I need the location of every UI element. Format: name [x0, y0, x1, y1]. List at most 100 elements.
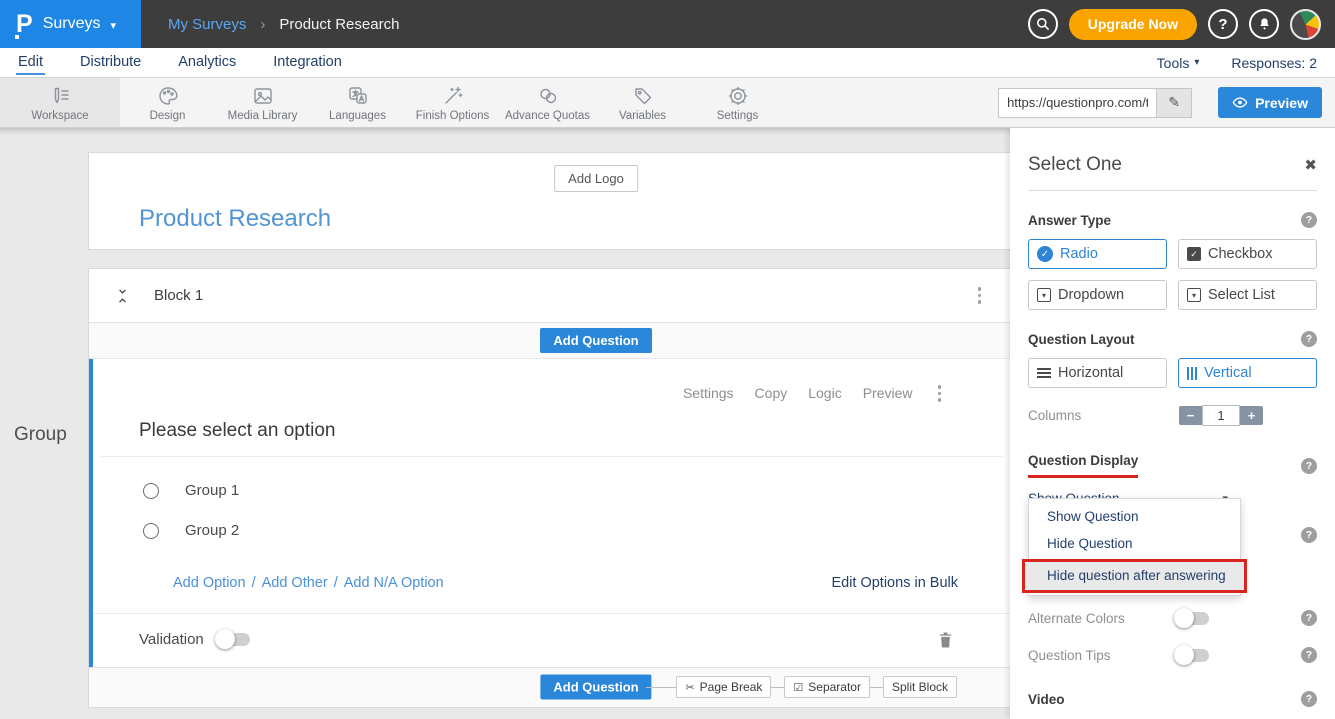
search-icon: [1035, 16, 1051, 32]
layout-vertical[interactable]: Vertical: [1178, 358, 1317, 388]
help-icon[interactable]: ?: [1301, 527, 1317, 543]
add-other-link[interactable]: Add Other: [262, 575, 328, 591]
validation-toggle[interactable]: [216, 633, 250, 646]
toolbar-variables[interactable]: Variables: [595, 78, 690, 127]
tab-analytics[interactable]: Analytics: [176, 50, 238, 75]
add-logo-button[interactable]: Add Logo: [554, 165, 638, 192]
question-logic-link[interactable]: Logic: [808, 385, 841, 401]
upgrade-now-button[interactable]: Upgrade Now: [1069, 9, 1197, 40]
help-icon[interactable]: ?: [1301, 458, 1317, 474]
tab-integration[interactable]: Integration: [271, 50, 344, 75]
chevron-down-icon: ▾: [1194, 57, 1199, 68]
tools-label: Tools: [1157, 55, 1190, 71]
menu-item-show-question[interactable]: Show Question: [1029, 503, 1240, 530]
block-header: Block 1: [89, 269, 1103, 323]
question-text[interactable]: Please select an option: [139, 420, 1003, 442]
alternate-colors-toggle[interactable]: [1175, 612, 1209, 625]
columns-value[interactable]: 1: [1202, 405, 1240, 426]
nav-right: Tools ▾ Responses: 2: [1157, 55, 1319, 71]
breadcrumb-my-surveys[interactable]: My Surveys: [168, 16, 246, 33]
validation-row: Validation: [93, 613, 1103, 667]
question-more-button[interactable]: [934, 381, 946, 406]
radio-icon[interactable]: [143, 483, 159, 499]
add-question-button-top[interactable]: Add Question: [540, 328, 651, 353]
radio-icon[interactable]: [143, 523, 159, 539]
toolbar-finish-options[interactable]: Finish Options: [405, 78, 500, 127]
help-icon[interactable]: ?: [1301, 610, 1317, 626]
responses-count[interactable]: Responses: 2: [1231, 55, 1317, 71]
breadcrumb-current: Product Research: [279, 16, 399, 33]
image-icon: [250, 84, 276, 108]
split-block-button[interactable]: Split Block: [883, 676, 957, 698]
survey-url-input[interactable]: [998, 88, 1156, 118]
menu-item-hide-question[interactable]: Hide Question: [1029, 530, 1240, 557]
top-actions: Upgrade Now ?: [1028, 0, 1335, 48]
toolbar-media-library[interactable]: Media Library: [215, 78, 310, 127]
answer-type-checkbox[interactable]: ✓ Checkbox: [1178, 239, 1317, 269]
toolbar-languages[interactable]: Languages: [310, 78, 405, 127]
block-title[interactable]: Block 1: [154, 287, 203, 304]
block-menu-button[interactable]: [974, 283, 986, 308]
toolbar-advance-quotas[interactable]: Advance Quotas: [500, 78, 595, 127]
edit-url-button[interactable]: ✎: [1156, 88, 1192, 118]
answer-type-select-list[interactable]: ▾ Select List: [1178, 280, 1317, 310]
toolbar-right: ✎ Preview: [998, 78, 1335, 127]
toolbar-settings[interactable]: Settings: [690, 78, 785, 127]
question-layout-label: Question Layout: [1028, 332, 1135, 347]
validation-label: Validation: [139, 631, 204, 648]
add-option-link[interactable]: Add Option: [173, 575, 246, 591]
columns-increase-button[interactable]: +: [1240, 406, 1263, 425]
chevron-down-icon: ▾: [110, 19, 116, 32]
pencil-icon: ✎: [1168, 94, 1180, 111]
notifications-button[interactable]: [1249, 9, 1279, 39]
tab-edit[interactable]: Edit: [16, 50, 45, 75]
help-button[interactable]: ?: [1208, 9, 1238, 39]
toolbar-workspace[interactable]: Workspace: [0, 78, 120, 127]
user-avatar[interactable]: [1290, 9, 1321, 40]
option-label[interactable]: Group 1: [185, 482, 239, 499]
help-icon[interactable]: ?: [1301, 691, 1317, 707]
answer-type-dropdown[interactable]: ▾ Dropdown: [1028, 280, 1167, 310]
answer-type-radio[interactable]: ✓ Radio: [1028, 239, 1167, 269]
eye-icon: [1232, 96, 1248, 109]
toolbar-design[interactable]: Design: [120, 78, 215, 127]
survey-url-group: ✎: [998, 88, 1192, 118]
tools-dropdown[interactable]: Tools ▾: [1157, 55, 1200, 71]
edit-options-in-bulk-link[interactable]: Edit Options in Bulk: [831, 575, 958, 591]
tab-distribute[interactable]: Distribute: [78, 50, 143, 75]
columns-row: Columns − 1 +: [1028, 405, 1317, 426]
search-button[interactable]: [1028, 9, 1058, 39]
preview-button[interactable]: Preview: [1218, 87, 1322, 118]
panel-title: Select One: [1028, 154, 1122, 176]
delete-question-button[interactable]: [938, 631, 953, 649]
columns-decrease-button[interactable]: −: [1179, 406, 1202, 425]
question-preview-link[interactable]: Preview: [863, 385, 913, 401]
page-break-button[interactable]: ✂ Page Break: [676, 676, 771, 698]
questionpro-logo-icon: P: [16, 12, 33, 37]
app-switcher[interactable]: P Surveys ▾: [0, 0, 141, 48]
close-panel-button[interactable]: ✖: [1304, 156, 1317, 174]
option-row-group-2[interactable]: Group 2: [143, 523, 1103, 539]
option-label[interactable]: Group 2: [185, 522, 239, 539]
layout-horizontal[interactable]: Horizontal: [1028, 358, 1167, 388]
question-tips-row: Question Tips ?: [1028, 647, 1317, 663]
help-icon[interactable]: ?: [1301, 331, 1317, 347]
edit-toolbar: Workspace Design Media Library Languages…: [0, 78, 1335, 128]
question-mark-icon: ?: [1218, 16, 1227, 33]
add-na-option-link[interactable]: Add N/A Option: [344, 575, 444, 591]
video-row: Video ?: [1028, 691, 1317, 707]
menu-item-hide-after-answering[interactable]: Hide question after answering: [1025, 562, 1244, 590]
option-row-group-1[interactable]: Group 1: [143, 483, 1103, 499]
question-copy-link[interactable]: Copy: [755, 385, 788, 401]
survey-title[interactable]: Product Research: [139, 205, 331, 233]
collapse-block-button[interactable]: [115, 286, 130, 306]
columns-label: Columns: [1028, 408, 1081, 423]
question-settings-link[interactable]: Settings: [683, 385, 734, 401]
select-list-icon: ▾: [1187, 288, 1201, 302]
help-icon[interactable]: ?: [1301, 212, 1317, 228]
question-tips-toggle[interactable]: [1175, 649, 1209, 662]
trash-icon: [938, 631, 953, 649]
separator-button[interactable]: ☑ Separator: [784, 676, 870, 698]
help-icon[interactable]: ?: [1301, 647, 1317, 663]
add-question-button-bottom[interactable]: Add Question: [540, 675, 651, 700]
